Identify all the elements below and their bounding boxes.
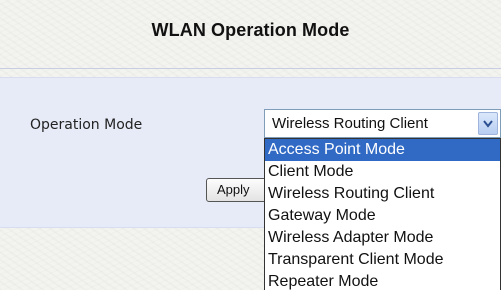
operation-mode-select[interactable]: Wireless Routing Client [264, 109, 501, 138]
page-title: WLAN Operation Mode [151, 20, 350, 40]
option-gateway-mode[interactable]: Gateway Mode [265, 205, 500, 227]
title-divider [0, 68, 501, 69]
option-wireless-adapter-mode[interactable]: Wireless Adapter Mode [265, 227, 500, 249]
option-transparent-client-mode[interactable]: Transparent Client Mode [265, 249, 500, 271]
operation-mode-dropdown-list[interactable]: Access Point Mode Client Mode Wireless R… [264, 138, 501, 290]
option-repeater-mode[interactable]: Repeater Mode [265, 271, 500, 290]
chevron-down-icon [483, 120, 493, 128]
option-access-point-mode[interactable]: Access Point Mode [265, 139, 500, 161]
operation-mode-selected-value: Wireless Routing Client [272, 115, 428, 132]
operation-mode-label: Operation Mode [30, 117, 143, 133]
option-client-mode[interactable]: Client Mode [265, 161, 500, 183]
option-wireless-routing-client[interactable]: Wireless Routing Client [265, 183, 500, 205]
dropdown-arrow-button[interactable] [478, 112, 498, 135]
wlan-operation-mode-page: WLAN Operation Mode Operation Mode Wirel… [0, 0, 501, 290]
apply-button[interactable]: Apply [206, 178, 268, 202]
